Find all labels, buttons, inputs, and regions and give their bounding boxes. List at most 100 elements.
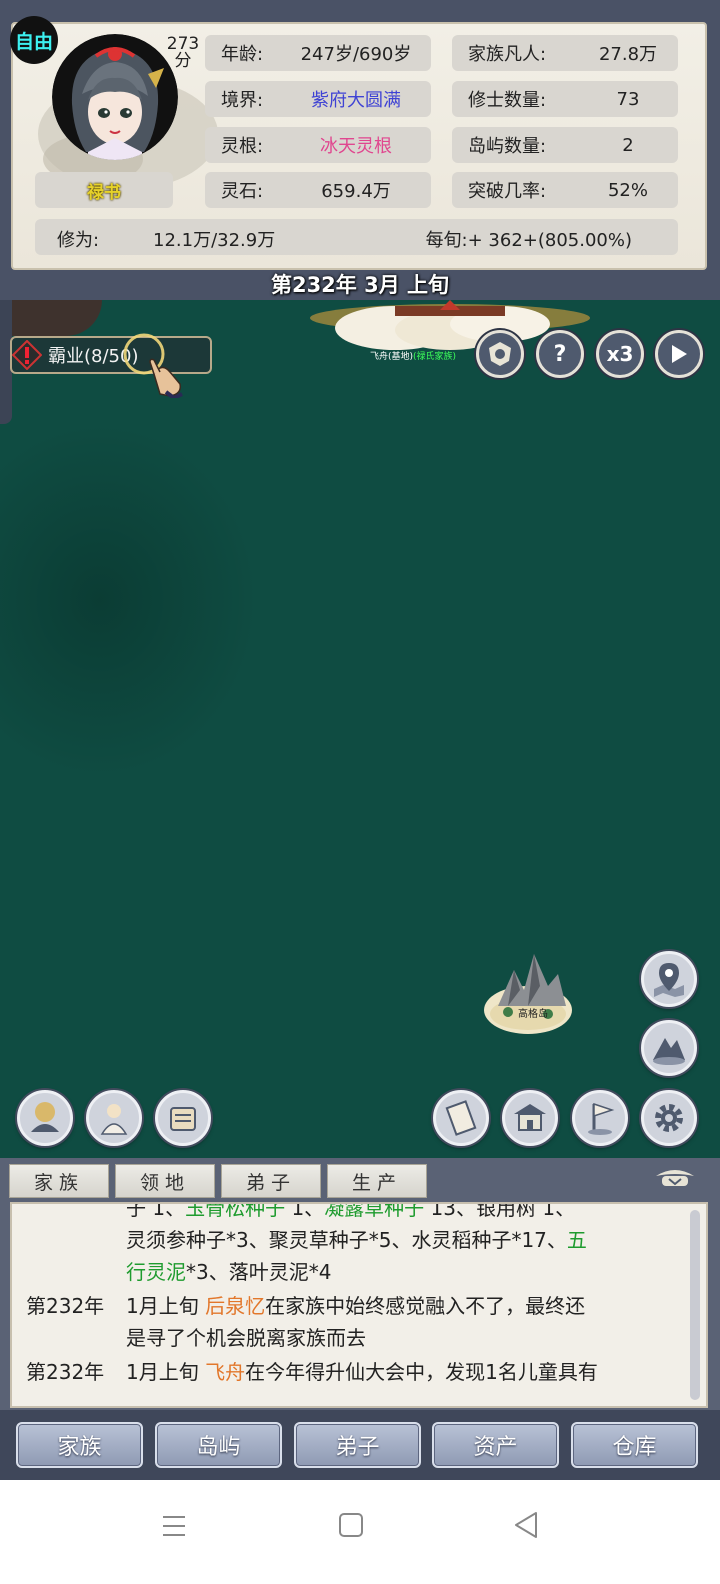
nav-family[interactable]: 家族 xyxy=(16,1422,143,1468)
free-mode-badge[interactable]: 自由 xyxy=(10,16,58,64)
stat-label: 年龄: xyxy=(221,44,264,65)
log-person-name[interactable]: 后泉忆 xyxy=(205,1294,265,1318)
stat-value: 52% xyxy=(607,179,648,201)
stat-spirit-root: 灵根: 冰天灵根 xyxy=(205,127,431,163)
log-entry-year: 第232年 xyxy=(26,1294,105,1318)
stat-value: 紫府大圆满 xyxy=(311,90,401,111)
map-locate-button[interactable] xyxy=(641,951,697,1007)
stat-value: 247岁/690岁 xyxy=(300,44,412,65)
log-text: 在今年得升仙大会中，发现1名儿童具有 xyxy=(245,1360,598,1384)
log-item-name: 五 xyxy=(566,1228,587,1252)
gear-icon xyxy=(655,1104,683,1132)
stat-label: 岛屿数量: xyxy=(468,136,547,157)
stat-value: 27.8万 xyxy=(598,44,658,65)
scroll-icon xyxy=(170,1107,196,1131)
avatar[interactable] xyxy=(52,34,178,160)
cultivation-label: 修为: xyxy=(57,230,100,251)
cultivation-bar: 修为: 12.1万/32.9万 每旬:+ 362+(805.00%) xyxy=(35,219,678,255)
log-text: *3、落叶灵泥*4 xyxy=(186,1260,332,1284)
map-shadow xyxy=(0,420,260,780)
meditation-icon xyxy=(31,1102,59,1132)
speed-button[interactable]: x3 xyxy=(596,330,644,378)
mountain-icon xyxy=(653,1038,685,1065)
world-map[interactable]: 飞舟(基地)(禄氏家族) 霸业(8/50) ? x3 高格岛 xyxy=(0,300,720,1158)
stat-label: 修士数量: xyxy=(468,90,547,111)
play-button[interactable] xyxy=(655,330,703,378)
nav-assets[interactable]: 资产 xyxy=(432,1422,559,1468)
log-line: 1月上旬 后泉忆在家族中始终感觉融入不了，最终还 xyxy=(126,1290,585,1319)
character-name[interactable]: 禄书 xyxy=(35,172,173,208)
bottom-nav: 家族 岛屿 弟子 资产 仓库 xyxy=(0,1410,720,1480)
home-icon[interactable] xyxy=(338,1512,364,1538)
date-display: 第232年 3月 上旬 xyxy=(270,273,450,297)
base-ship-thumb[interactable] xyxy=(12,300,102,336)
collapse-toggle-icon[interactable] xyxy=(650,1162,700,1192)
log-tab-disciples[interactable]: 弟子 xyxy=(221,1164,321,1198)
log-content[interactable]: 子 1、玉骨松种子 1、凝露草种子 13、银用树 1、 灵须参种子*3、聚灵草种… xyxy=(10,1202,708,1408)
play-icon xyxy=(672,345,687,363)
log-text: 13、银用树 1、 xyxy=(424,1202,576,1220)
stat-label: 灵石: xyxy=(221,181,264,202)
building-button[interactable] xyxy=(502,1090,558,1146)
help-button[interactable]: ? xyxy=(536,330,584,378)
log-tab-territory[interactable]: 领地 xyxy=(115,1164,215,1198)
log-line: 1月上旬 飞舟在今年得升仙大会中，发现1名儿童具有 xyxy=(126,1356,598,1385)
system-nav-bar xyxy=(0,1480,720,1584)
nav-disciples[interactable]: 弟子 xyxy=(294,1422,421,1468)
stat-value: 73 xyxy=(616,88,640,110)
tutorial-pointer-icon xyxy=(123,333,183,398)
log-entry-year: 第232年 xyxy=(26,1360,105,1384)
back-icon[interactable] xyxy=(512,1510,540,1540)
settings-button[interactable] xyxy=(641,1090,697,1146)
stat-value: 2 xyxy=(622,134,634,156)
log-text: 灵须参种子*3、聚灵草种子*5、水灵稻种子*17、 xyxy=(126,1228,567,1252)
cultivation-per-turn: 每旬:+ 362+(805.00%) xyxy=(425,230,632,251)
island-label: 高格岛 xyxy=(518,1009,548,1020)
nav-islands[interactable]: 岛屿 xyxy=(155,1422,282,1468)
temple-icon xyxy=(514,1104,546,1131)
stat-value: 659.4万 xyxy=(321,181,391,202)
log-item-name: 玉骨松种子 xyxy=(185,1202,286,1220)
stat-breakthrough: 突破几率: 52% xyxy=(452,172,678,208)
clan-emblem-button[interactable] xyxy=(476,330,524,378)
talisman-button[interactable] xyxy=(433,1090,489,1146)
stat-label: 灵根: xyxy=(221,136,264,157)
ship-label: 飞舟(基地)(禄氏家族) xyxy=(370,349,456,362)
disciple-icon xyxy=(100,1104,128,1135)
island-gaoge[interactable] xyxy=(478,940,578,1040)
stat-cultivators: 修士数量: 73 xyxy=(452,81,678,117)
character-button[interactable] xyxy=(86,1090,142,1146)
log-person-name[interactable]: 飞舟 xyxy=(205,1360,245,1384)
log-line: 灵须参种子*3、聚灵草种子*5、水灵稻种子*17、五 xyxy=(126,1224,587,1253)
island-view-button[interactable] xyxy=(641,1020,697,1076)
territory-button[interactable] xyxy=(572,1090,628,1146)
ship-clan: (禄氏家族) xyxy=(413,352,457,362)
log-tab-production[interactable]: 生产 xyxy=(327,1164,427,1198)
nav-warehouse[interactable]: 仓库 xyxy=(571,1422,698,1468)
speed-icon: x3 xyxy=(606,342,634,366)
stat-label: 家族凡人: xyxy=(468,44,547,65)
alert-icon xyxy=(12,340,42,370)
stat-value: 冰天灵根 xyxy=(320,136,392,157)
records-button[interactable] xyxy=(155,1090,211,1146)
score-unit: 分 xyxy=(174,51,192,71)
help-icon: ? xyxy=(553,341,567,367)
log-text: 1月上旬 xyxy=(126,1360,206,1384)
log-text: 1月上旬 xyxy=(126,1294,206,1318)
cultivation-value: 12.1万/32.9万 xyxy=(153,230,276,251)
log-tab-family[interactable]: 家族 xyxy=(9,1164,109,1198)
stat-mortals: 家族凡人: 27.8万 xyxy=(452,35,678,71)
menu-icon[interactable] xyxy=(160,1512,188,1540)
stat-label: 境界: xyxy=(221,90,264,111)
log-text: 在家族中始终感觉融入不了，最终还 xyxy=(265,1294,586,1318)
log-line: 是寻了个机会脱离家族而去 xyxy=(126,1322,366,1351)
stat-islands: 岛屿数量: 2 xyxy=(452,127,678,163)
clan-emblem-icon xyxy=(489,342,511,366)
stat-label: 突破几率: xyxy=(468,181,547,202)
flag-icon xyxy=(588,1102,615,1135)
cultivate-button[interactable] xyxy=(17,1090,73,1146)
log-scrollbar[interactable] xyxy=(690,1210,700,1400)
log-panel: 家族 领地 弟子 生产 子 1、玉骨松种子 1、凝露草种子 13、银用树 1、 … xyxy=(0,1158,720,1410)
log-item-name: 行灵泥 xyxy=(126,1260,186,1284)
talisman-icon xyxy=(445,1100,477,1136)
